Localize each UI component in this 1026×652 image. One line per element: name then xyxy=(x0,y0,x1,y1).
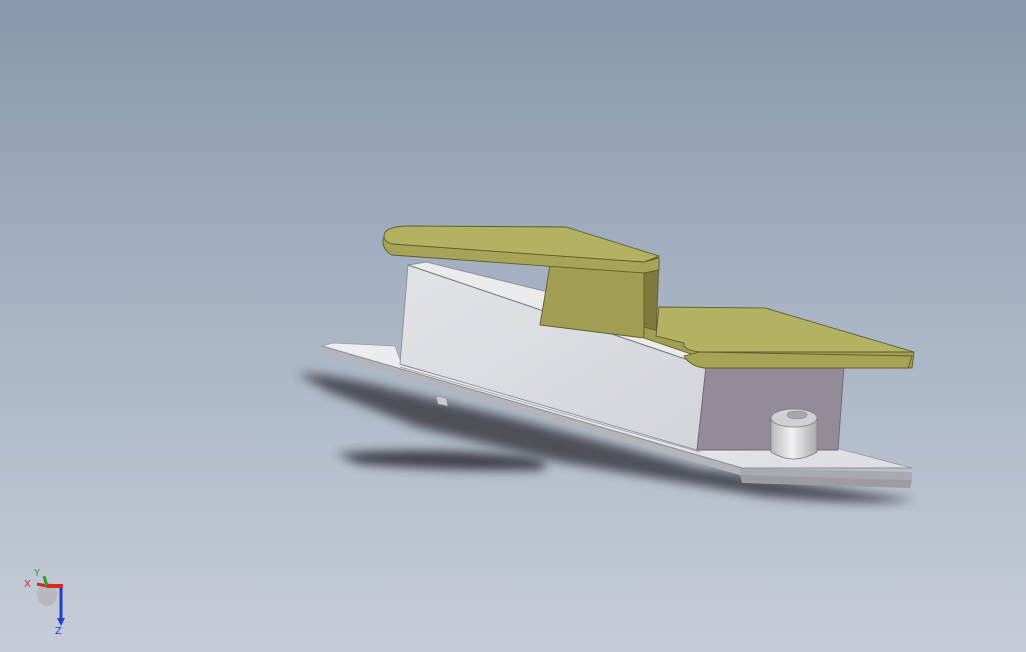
z-axis-label: Z xyxy=(55,626,62,636)
x-axis-label: X xyxy=(24,579,31,590)
x-axis-bar xyxy=(47,584,63,588)
graphics-viewport[interactable]: X Y Z xyxy=(0,0,1026,652)
view-orientation-triad[interactable]: X Y Z xyxy=(20,566,72,636)
y-axis-label: Y xyxy=(33,568,41,579)
z-arrowhead xyxy=(57,618,65,626)
cad-model[interactable] xyxy=(0,0,1026,652)
round-post[interactable] xyxy=(770,408,818,460)
